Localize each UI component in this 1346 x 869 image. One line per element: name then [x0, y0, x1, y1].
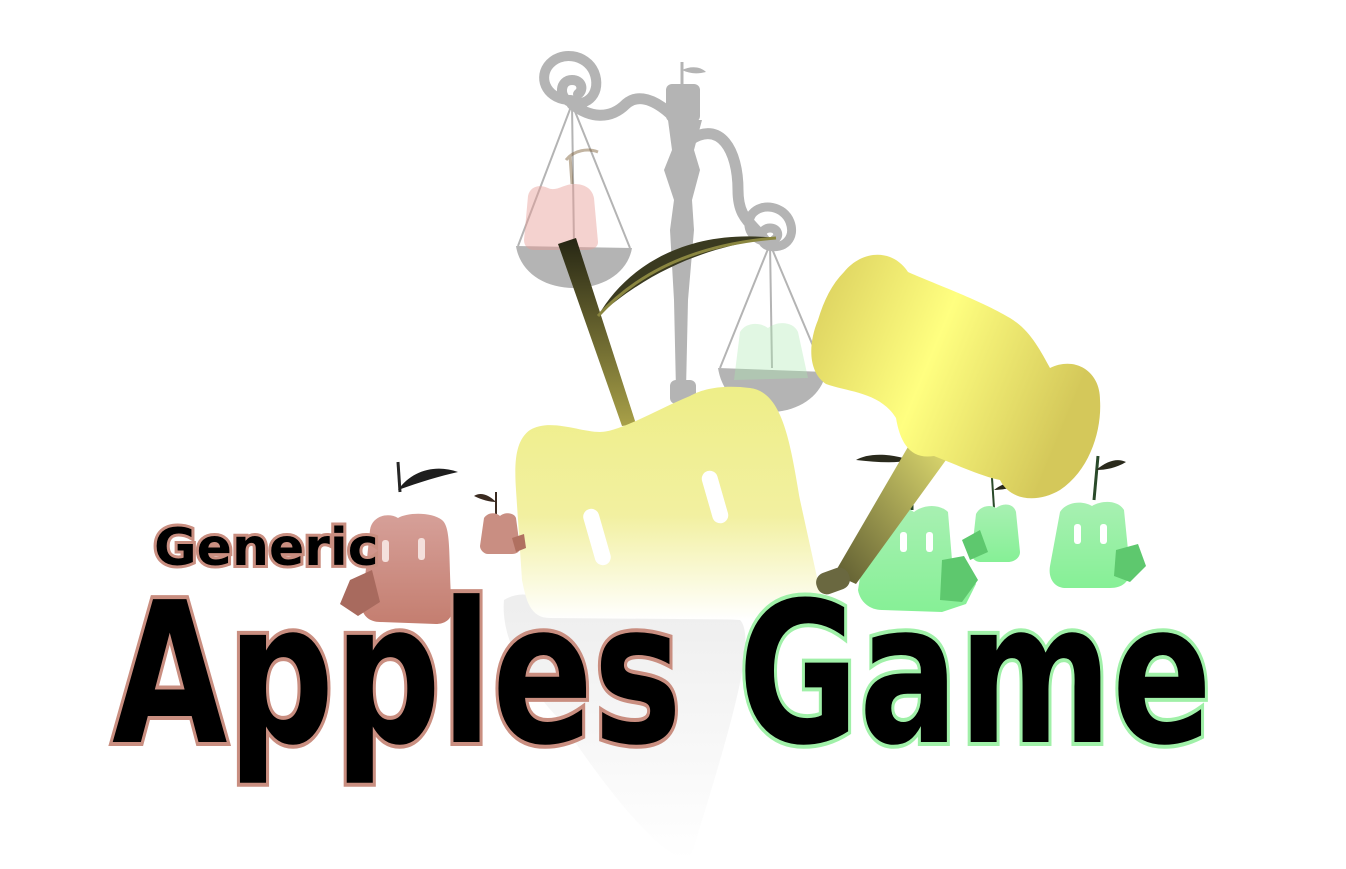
logo-title-apples: Apples — [112, 561, 682, 789]
green-apple-small-faded — [734, 323, 808, 380]
red-apple-small-faded — [524, 148, 599, 250]
apples-game-logo: Generic Apples Game — [108, 51, 1216, 860]
logo-title-game: Game — [738, 561, 1212, 789]
